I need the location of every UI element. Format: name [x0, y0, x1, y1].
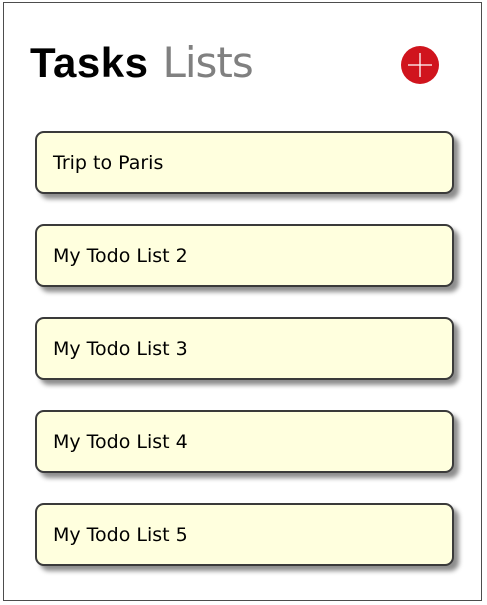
list-item-label: Trip to Paris [53, 151, 164, 174]
list-item-label: My Todo List 3 [53, 337, 188, 360]
list-item-label: My Todo List 5 [53, 523, 188, 546]
list-item-my-todo-list-3[interactable]: My Todo List 3 [35, 317, 454, 380]
page-title: Tasks Lists [30, 38, 254, 90]
page-title-lists: Lists [162, 38, 253, 87]
list-item-my-todo-list-5[interactable]: My Todo List 5 [35, 503, 454, 566]
list-item-label: My Todo List 4 [53, 430, 188, 453]
page-title-tasks: Tasks [30, 39, 149, 86]
list-item-trip-to-paris[interactable]: Trip to Paris [35, 131, 454, 194]
list-item-my-todo-list-4[interactable]: My Todo List 4 [35, 410, 454, 473]
add-list-button[interactable] [401, 46, 439, 84]
plus-icon [408, 53, 432, 77]
task-lists: Trip to Paris My Todo List 2 My Todo Lis… [35, 131, 454, 596]
list-item-label: My Todo List 2 [53, 244, 188, 267]
list-item-my-todo-list-2[interactable]: My Todo List 2 [35, 224, 454, 287]
